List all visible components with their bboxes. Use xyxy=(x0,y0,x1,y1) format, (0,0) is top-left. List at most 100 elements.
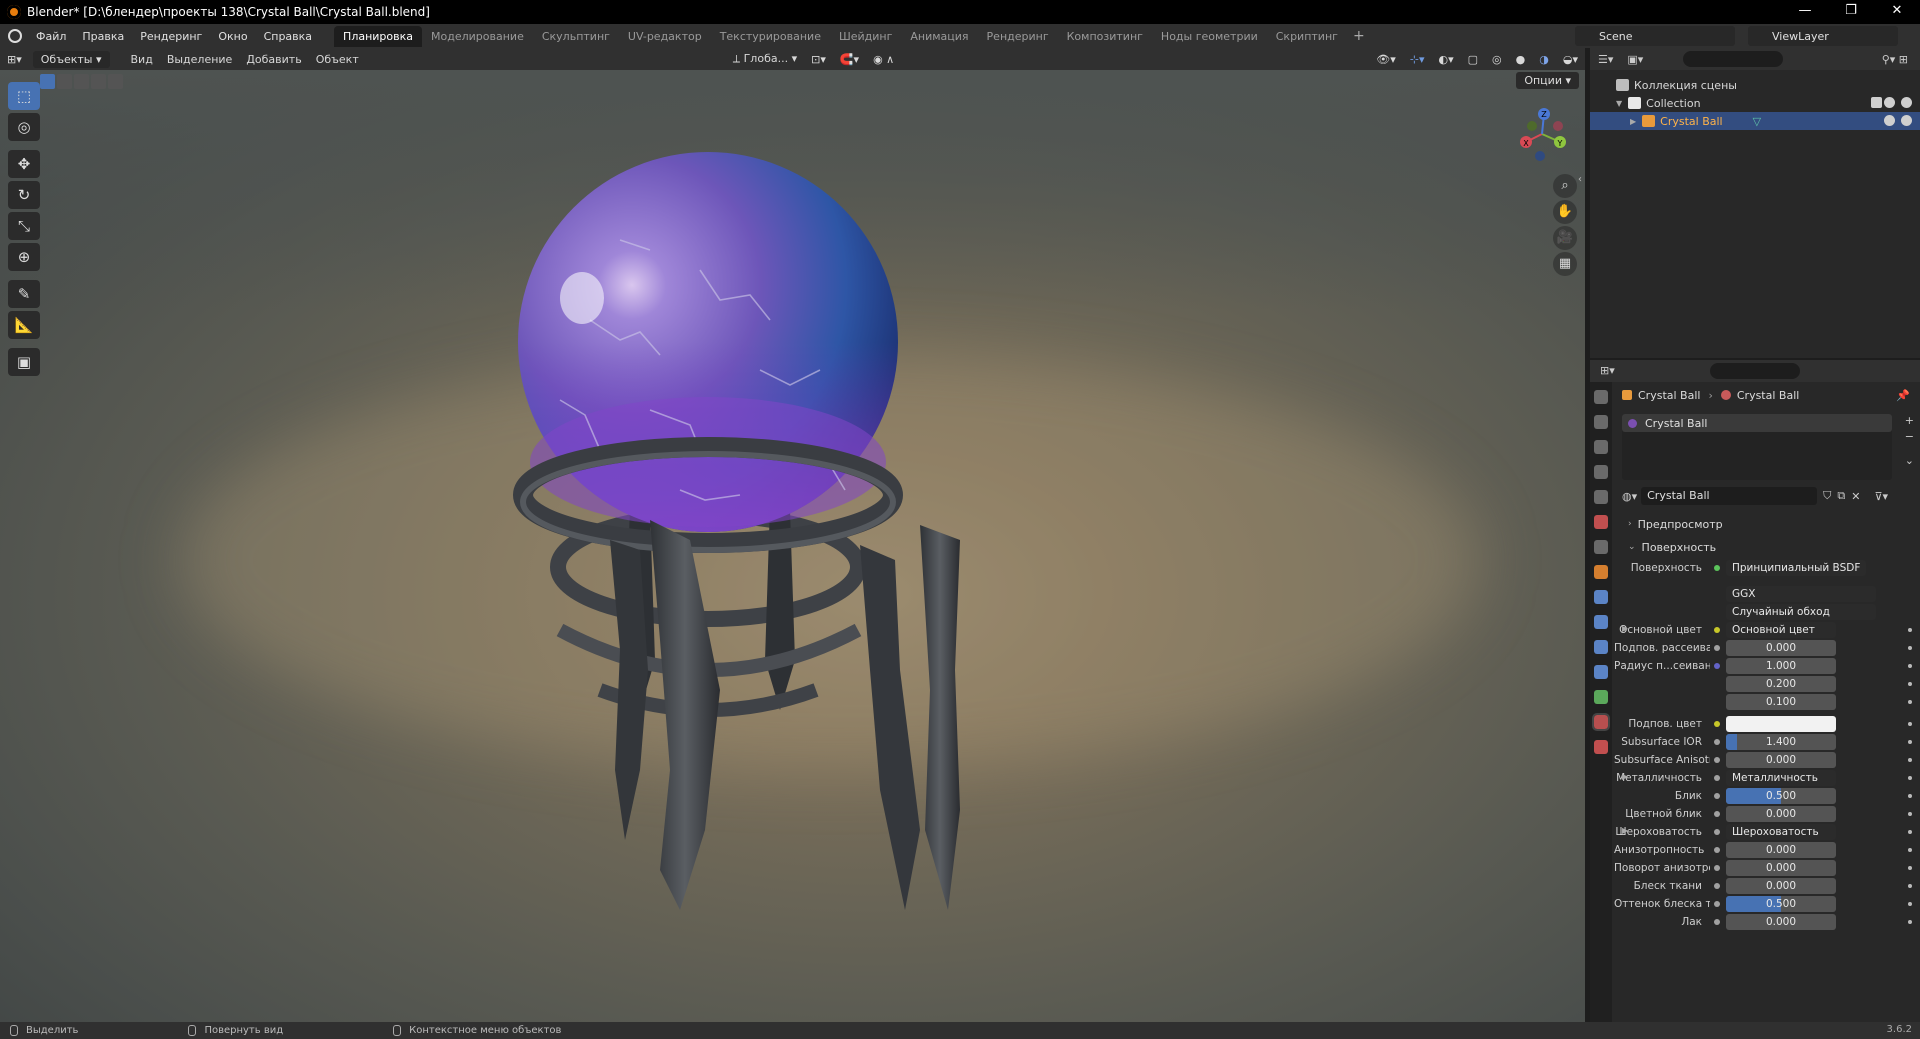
input-socket-icon[interactable] xyxy=(1714,883,1720,889)
shading-solid-icon[interactable]: ● xyxy=(1509,53,1533,66)
input-socket-icon[interactable] xyxy=(1714,901,1720,907)
3d-viewport[interactable]: ⬚ ◎ ✥ ↻ ⤡ ⊕ ✎ 📐 ▣ X Y Z ⌕ ✋ 🎥 ▦ ‹ Опции … xyxy=(0,70,1585,1022)
tab-uv-editing[interactable]: UV-редактор xyxy=(619,26,711,47)
linked-input-field[interactable]: Шероховатость xyxy=(1726,824,1836,840)
menu-render[interactable]: Рендеринг xyxy=(132,30,210,43)
menu-window[interactable]: Окно xyxy=(210,30,255,43)
scene-tab-icon[interactable] xyxy=(1594,490,1608,504)
camera-render-icon[interactable] xyxy=(1901,115,1912,126)
input-socket-icon[interactable] xyxy=(1714,829,1720,835)
texture-tab-icon[interactable] xyxy=(1594,740,1608,754)
physics-tab-icon[interactable] xyxy=(1594,640,1608,654)
keyframe-dot-icon[interactable] xyxy=(1908,812,1912,816)
world-tab-icon[interactable] xyxy=(1594,515,1608,529)
shading-rendered-icon[interactable]: ◒▾ xyxy=(1556,53,1585,66)
close-button[interactable]: ✕ xyxy=(1874,0,1920,24)
tab-rendering[interactable]: Рендеринг xyxy=(978,26,1058,47)
menu-object[interactable]: Объект xyxy=(309,53,366,66)
keyframe-dot-icon[interactable] xyxy=(1908,664,1912,668)
expand-arrow-icon[interactable]: ▶ xyxy=(1630,117,1636,126)
mesh-data-icon[interactable]: ▽ xyxy=(1753,115,1761,128)
editor-type-icon[interactable]: ⊞▾ xyxy=(0,53,29,66)
transform-orientation-dropdown[interactable]: ⟂ Глоба... ▾ xyxy=(726,52,804,66)
surface-panel-header[interactable]: ⌄ Поверхность xyxy=(1614,537,1920,557)
select-invert-icon[interactable] xyxy=(91,73,106,89)
input-socket-icon[interactable] xyxy=(1714,793,1720,799)
pivot-icon[interactable]: ⊡▾ xyxy=(804,53,833,66)
keyframe-dot-icon[interactable] xyxy=(1908,830,1912,834)
filter-icon[interactable]: ⚲▾ ⊞ xyxy=(1882,53,1908,66)
keyframe-dot-icon[interactable] xyxy=(1908,628,1912,632)
linked-input-field[interactable]: Основной цвет xyxy=(1726,622,1836,638)
camera-render-icon[interactable] xyxy=(1901,97,1912,108)
number-field[interactable]: 0.000 xyxy=(1726,878,1836,894)
exclude-checkbox[interactable] xyxy=(1871,97,1882,108)
keyframe-dot-icon[interactable] xyxy=(1908,758,1912,762)
input-socket-icon[interactable] xyxy=(1714,811,1720,817)
input-socket-icon[interactable] xyxy=(1714,721,1720,727)
rotate-tool[interactable]: ↻ xyxy=(8,181,40,209)
hand-pan-icon[interactable]: ✋ xyxy=(1553,200,1577,224)
add-slot-button[interactable]: + xyxy=(1905,414,1914,427)
gizmo-toggle-icon[interactable]: ⊹▾ xyxy=(1403,53,1432,66)
color-field[interactable] xyxy=(1726,716,1836,732)
input-socket-icon[interactable] xyxy=(1714,627,1720,633)
outliner-editor-icon[interactable]: ☰▾ xyxy=(1598,53,1613,66)
keyframe-dot-icon[interactable] xyxy=(1908,866,1912,870)
transform-tool[interactable]: ⊕ xyxy=(8,243,40,271)
mode-dropdown[interactable]: Объекты ▾ xyxy=(32,50,110,68)
keyframe-dot-icon[interactable] xyxy=(1908,794,1912,798)
expand-input-icon[interactable]: ▶ xyxy=(1622,772,1628,781)
cursor-tool[interactable]: ◎ xyxy=(8,113,40,141)
tool-tab-icon[interactable] xyxy=(1594,390,1608,404)
output-tab-icon[interactable] xyxy=(1594,440,1608,454)
visibility-icon[interactable]: 👁▾ xyxy=(1369,53,1403,66)
object-tab-icon[interactable] xyxy=(1594,565,1608,579)
add-workspace-button[interactable]: + xyxy=(1347,28,1371,44)
material-slot[interactable]: Crystal Ball xyxy=(1622,414,1892,432)
outliner-object-crystal-ball[interactable]: ▶ Crystal Ball ▽ xyxy=(1590,112,1920,130)
scene-selector[interactable]: Scene xyxy=(1575,26,1735,46)
surface-shader-field[interactable]: Принципиальный BSDF xyxy=(1726,560,1866,576)
menu-view[interactable]: Вид xyxy=(124,53,160,66)
number-field[interactable]: 0.000 xyxy=(1726,806,1836,822)
input-socket-icon[interactable] xyxy=(1714,739,1720,745)
input-socket-icon[interactable] xyxy=(1714,919,1720,925)
tab-modeling[interactable]: Моделирование xyxy=(422,26,533,47)
zoom-icon[interactable]: ⌕ xyxy=(1553,174,1577,198)
menu-add[interactable]: Добавить xyxy=(239,53,308,66)
keyframe-dot-icon[interactable] xyxy=(1908,848,1912,852)
pin-icon[interactable]: 📌 xyxy=(1896,389,1910,402)
material-slot-list[interactable]: Crystal Ball + − ⌄ xyxy=(1622,414,1914,480)
keyframe-dot-icon[interactable] xyxy=(1908,646,1912,650)
constraints-tab-icon[interactable] xyxy=(1594,665,1608,679)
view-layer-tab-icon[interactable] xyxy=(1594,465,1608,479)
linked-input-field[interactable]: Металличность xyxy=(1726,770,1836,786)
number-field[interactable]: 0.500 xyxy=(1726,896,1836,912)
overlay-icon[interactable]: ◐▾ xyxy=(1432,53,1461,66)
minimize-button[interactable]: — xyxy=(1782,0,1828,24)
view-layer-selector[interactable]: ViewLayer xyxy=(1748,26,1898,46)
keyframe-dot-icon[interactable] xyxy=(1908,902,1912,906)
input-socket-icon[interactable] xyxy=(1714,663,1720,669)
crystal-ball-model[interactable] xyxy=(0,70,1585,1022)
render-tab-icon[interactable] xyxy=(1594,415,1608,429)
tab-sculpting[interactable]: Скульптинг xyxy=(533,26,619,47)
blender-menu-icon[interactable] xyxy=(8,29,22,43)
material-name-field[interactable]: Crystal Ball xyxy=(1641,487,1818,505)
menu-select[interactable]: Выделение xyxy=(160,53,240,66)
collapse-arrow-icon[interactable]: ▼ xyxy=(1616,99,1622,108)
keyframe-dot-icon[interactable] xyxy=(1908,920,1912,924)
move-tool[interactable]: ✥ xyxy=(8,150,40,178)
collection-tab-icon[interactable] xyxy=(1594,540,1608,554)
tab-texture-paint[interactable]: Текстурирование xyxy=(711,26,830,47)
input-socket-icon[interactable] xyxy=(1714,645,1720,651)
select-new-icon[interactable] xyxy=(40,73,55,89)
shading-material-icon[interactable]: ◑ xyxy=(1532,53,1556,66)
tab-geometry-nodes[interactable]: Ноды геометрии xyxy=(1152,26,1267,47)
select-subtract-icon[interactable] xyxy=(74,73,89,89)
remove-slot-button[interactable]: − xyxy=(1905,430,1914,443)
distribution-dropdown[interactable]: GGX xyxy=(1726,586,1876,602)
number-field[interactable]: 0.200 xyxy=(1726,676,1836,692)
preview-panel-header[interactable]: › Предпросмотр xyxy=(1614,514,1920,534)
